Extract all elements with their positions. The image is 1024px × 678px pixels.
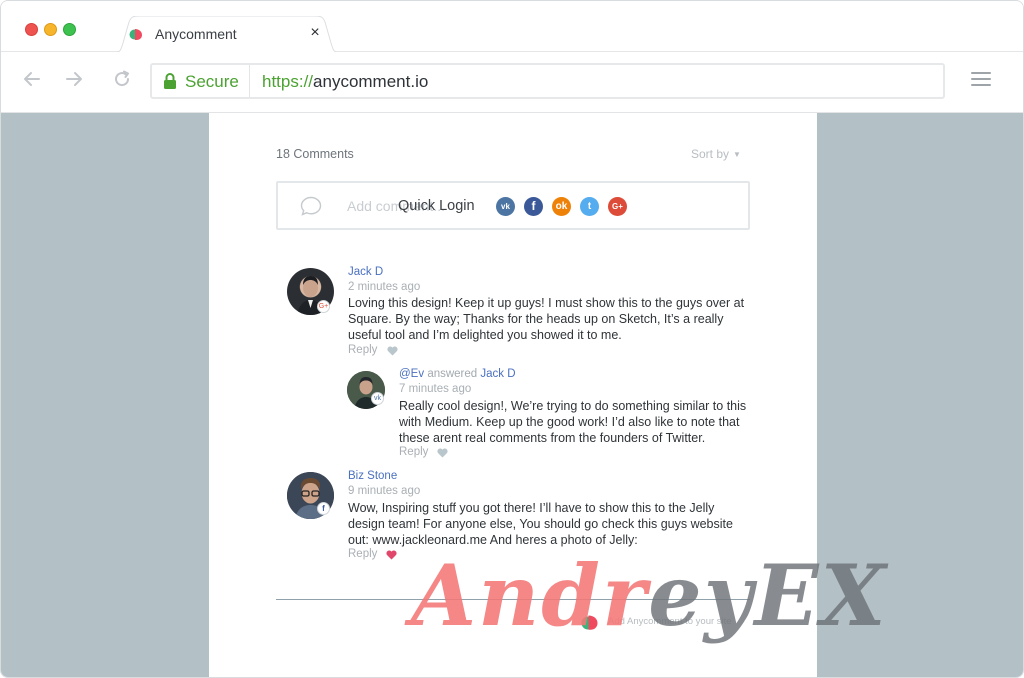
minimize-window-button[interactable] (44, 23, 57, 36)
facebook-login-icon[interactable]: f (524, 197, 543, 216)
comment-author[interactable]: Biz Stone (348, 470, 397, 482)
reload-icon[interactable] (111, 68, 133, 90)
watermark-part-a: Andr (411, 546, 649, 645)
answered-to-author[interactable]: Jack D (480, 368, 515, 380)
google-plus-icon: G+ (317, 300, 330, 313)
comment-count: 18 Comments (276, 147, 354, 161)
comment-compose-box[interactable]: Add comment... Quick Login vk f ok t G+ (276, 181, 750, 230)
watermark: AndreyEX (411, 546, 888, 646)
twitter-login-icon[interactable]: t (580, 197, 599, 216)
tab-title: Anycomment (155, 26, 237, 42)
google-plus-login-icon[interactable]: G+ (608, 197, 627, 216)
reply-author[interactable]: @Ev (399, 368, 424, 380)
caret-down-icon: ▼ (733, 150, 741, 159)
url-text[interactable]: https://anycomment.io (262, 72, 428, 92)
reply-button[interactable]: Reply (348, 344, 377, 356)
tab-close-icon[interactable]: × (307, 25, 323, 41)
comment-author[interactable]: Jack D (348, 266, 383, 278)
address-divider (249, 65, 250, 97)
reply-button[interactable]: Reply (348, 548, 377, 560)
url-host: anycomment.io (313, 72, 429, 91)
url-scheme: https:// (262, 72, 314, 91)
odnoklassniki-login-icon[interactable]: ok (552, 197, 571, 216)
comment-time: 2 minutes ago (348, 281, 421, 293)
secure-label: Secure (185, 72, 239, 91)
liked-heart-icon[interactable] (386, 550, 397, 560)
like-heart-icon[interactable] (387, 346, 398, 356)
vk-login-icon[interactable]: vk (496, 197, 515, 216)
facebook-icon: f (317, 502, 330, 515)
reply-button[interactable]: Reply (399, 446, 428, 458)
comment-text: Wow, Inspiring stuff you got there! I’ll… (348, 501, 733, 547)
sort-label: Sort by (691, 147, 730, 161)
tab-anycomment[interactable]: Anycomment × (113, 16, 341, 53)
comment-time: 9 minutes ago (348, 485, 421, 497)
close-window-button[interactable] (25, 23, 38, 36)
comment-author: @Ev answered Jack D (399, 368, 516, 380)
browser-window: Anycomment × Secure https://anycomment.i… (0, 0, 1024, 678)
comment-text: Loving this design! Keep it up guys! I m… (348, 296, 745, 342)
browser-toolbar: Secure https://anycomment.io (1, 52, 1023, 113)
answered-label: answered (427, 368, 478, 380)
browser-menu-icon[interactable] (971, 72, 991, 88)
like-heart-icon[interactable] (437, 448, 448, 458)
quick-login-label: Quick Login (398, 198, 475, 214)
address-bar[interactable]: Secure https://anycomment.io (150, 63, 945, 99)
tab-strip: Anycomment × (1, 1, 1023, 53)
comment-time: 7 minutes ago (399, 383, 472, 395)
speech-bubble-icon (300, 196, 322, 216)
comment-text: Really cool design!, We’re trying to do … (399, 399, 747, 445)
sort-dropdown[interactable]: Sort by ▼ (691, 147, 741, 161)
vk-icon: vk (371, 392, 384, 405)
lock-icon (164, 73, 176, 89)
watermark-part-b: eyEX (648, 546, 888, 645)
back-arrow-icon[interactable] (21, 68, 43, 90)
anycomment-favicon-icon (129, 29, 142, 40)
maximize-window-button[interactable] (63, 23, 76, 36)
forward-arrow-icon[interactable] (63, 68, 85, 90)
